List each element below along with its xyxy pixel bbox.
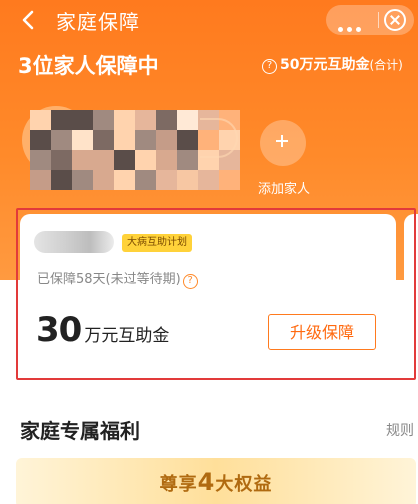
mosaic-pixel	[30, 110, 51, 130]
add-member-label: 添加家人	[257, 182, 310, 197]
chevron-left-icon[interactable]	[18, 9, 40, 31]
mosaic-pixel	[135, 110, 156, 130]
mosaic-pixel	[198, 170, 219, 190]
close-circle-icon[interactable]	[384, 9, 406, 31]
mosaic-pixel	[51, 130, 72, 150]
nav-bar: 家庭保障	[0, 0, 418, 40]
mosaic-pixel	[72, 130, 93, 150]
more-dots-icon[interactable]	[338, 17, 368, 32]
capsule-divider	[378, 12, 379, 28]
banner-text: 尊享4大权益	[16, 468, 416, 496]
family-count-title: 3位家人保障中	[18, 54, 159, 78]
mosaic-pixel	[219, 170, 240, 190]
mosaic-pixel	[30, 170, 51, 190]
mosaic-pixel	[72, 110, 93, 130]
banner-suffix: 大权益	[215, 474, 273, 495]
rules-link[interactable]: 规则	[386, 420, 414, 440]
page-title: 家庭保障	[56, 10, 140, 34]
mosaic-pixel	[114, 150, 135, 170]
mosaic-pixel	[156, 170, 177, 190]
highlight-frame	[16, 208, 416, 380]
mosaic-pixel	[30, 130, 51, 150]
mosaic-pixel	[177, 130, 198, 150]
mosaic-pixel	[156, 110, 177, 130]
fund-suffix: (合计)	[369, 58, 403, 72]
mosaic-pixel	[135, 130, 156, 150]
mosaic-pixel	[177, 110, 198, 130]
mosaic-pixel	[135, 170, 156, 190]
mosaic-pixel	[177, 170, 198, 190]
fund-summary[interactable]: ? 50万元互助金(合计)	[262, 54, 403, 74]
mosaic-pixel	[30, 150, 51, 170]
add-family-member-button[interactable]: 添加家人	[254, 120, 314, 197]
mosaic-pixel	[93, 150, 114, 170]
mosaic-pixel	[72, 170, 93, 190]
mosaic-pixel	[51, 150, 72, 170]
mosaic-pixel	[93, 110, 114, 130]
mini-program-capsule	[326, 5, 414, 35]
mosaic-pixel	[114, 170, 135, 190]
banner-prefix: 尊享	[159, 474, 198, 495]
mosaic-pixel	[93, 130, 114, 150]
mosaic-pixel	[177, 150, 198, 170]
help-icon: ?	[262, 59, 277, 74]
mosaic-pixel	[135, 150, 156, 170]
banner-number: 4	[197, 468, 216, 496]
fund-amount: 50万元互助金	[280, 57, 370, 73]
mosaic-pixel	[156, 150, 177, 170]
plus-icon	[260, 120, 306, 166]
mosaic-pixel	[93, 170, 114, 190]
mosaic-pixel	[51, 170, 72, 190]
mosaic-pixel	[51, 110, 72, 130]
benefits-banner[interactable]: 尊享4大权益	[16, 458, 416, 504]
section-title: 家庭专属福利	[20, 419, 140, 443]
mosaic-pixel	[114, 110, 135, 130]
mosaic-pixel	[72, 150, 93, 170]
mosaic-pixel	[156, 130, 177, 150]
mosaic-pixel	[114, 130, 135, 150]
